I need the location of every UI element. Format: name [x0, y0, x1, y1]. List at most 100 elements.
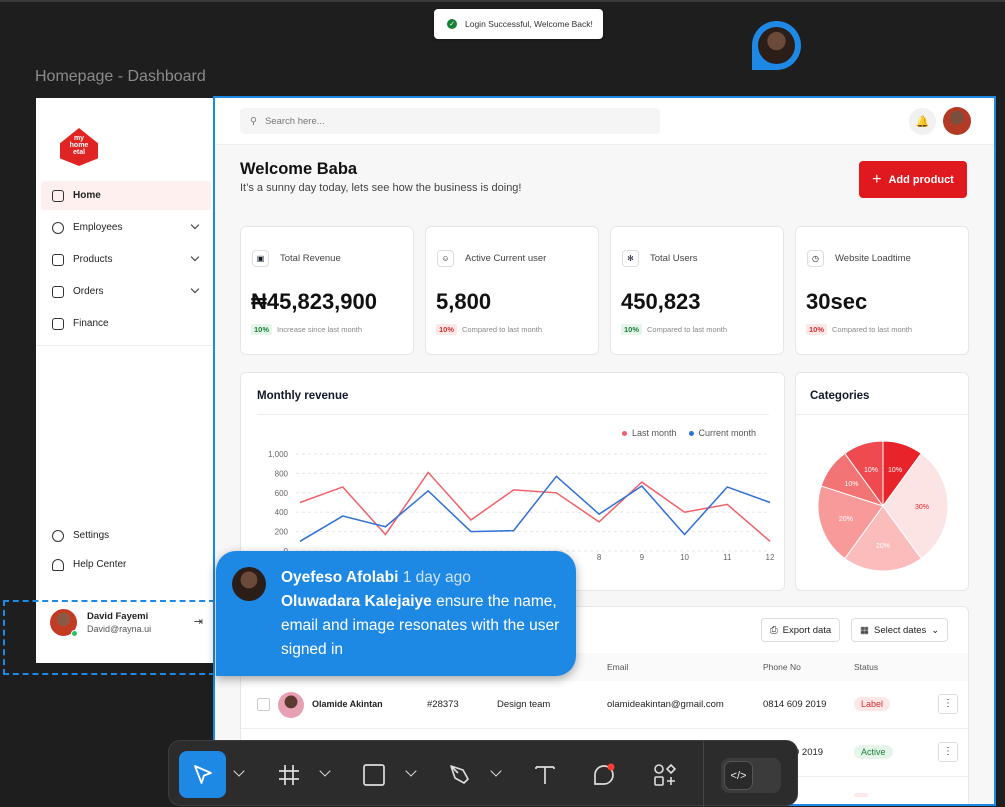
pie-chart: 10%30%20%20%10%10% [796, 418, 970, 588]
status-badge: Label [854, 697, 890, 711]
comment-time: 1 day ago [403, 569, 471, 586]
sidebar-item-help-center[interactable]: Help Center [41, 550, 211, 579]
stat-value: ₦45,823,900 [251, 289, 377, 315]
plus-icon: + [872, 171, 881, 189]
stat-card-total-revenue: ▣ Total Revenue ₦45,823,900 10%Increase … [240, 226, 414, 355]
chevron-down-icon[interactable] [490, 765, 501, 776]
table-row[interactable]: Olamide Akintan #28373 Design team olami… [241, 681, 968, 729]
y-tick-label: 200 [275, 528, 289, 537]
components-icon [652, 762, 678, 788]
comment-author: Oyefeso Afolabi [281, 569, 398, 586]
stat-change: 10%Compared to last month [806, 324, 912, 335]
row-checkbox[interactable] [257, 698, 270, 711]
code-icon: </> [724, 761, 753, 790]
stat-card-website-loadtime: ◷ Website Loadtime 30sec 10%Compared to … [795, 226, 969, 355]
row-email: olamideakintan@gmail.com [607, 699, 724, 710]
components-tool[interactable] [641, 751, 688, 798]
stat-title: Website Loadtime [835, 253, 911, 264]
chevron-down-icon[interactable] [405, 765, 416, 776]
wallet-icon: ▣ [252, 250, 269, 267]
change-note: Increase since last month [277, 325, 362, 334]
pen-tool[interactable] [436, 751, 483, 798]
more-options-icon[interactable]: ⋮ [938, 742, 958, 762]
comment-icon [591, 762, 617, 788]
sidebar-item-home[interactable]: Home [41, 181, 211, 210]
series-line-last-month [300, 472, 770, 541]
chart-title: Categories [810, 390, 869, 402]
slice-label: 20% [839, 516, 853, 523]
bell-icon[interactable]: 🔔 [909, 108, 936, 135]
chevron-down-icon [191, 285, 199, 293]
sidebar-item-label: Orders [73, 286, 104, 297]
add-product-button[interactable]: + Add product [859, 161, 967, 198]
canvas-top-edge [0, 0, 1005, 2]
column-email: Email [607, 662, 628, 672]
x-tick-label: 9 [640, 553, 645, 562]
collaborator-avatar[interactable] [752, 21, 801, 70]
row-phone: 9 2019 [794, 747, 823, 758]
selection-outline [3, 600, 215, 675]
chevron-down-icon[interactable] [319, 765, 330, 776]
rectangle-tool[interactable] [350, 751, 397, 798]
frame-tool[interactable] [265, 751, 312, 798]
cursor-icon [191, 763, 215, 787]
y-tick-label: 400 [275, 508, 289, 517]
search-icon: ⚲ [250, 116, 257, 127]
comment-tool[interactable] [580, 751, 627, 798]
avatar [758, 27, 795, 64]
text-tool[interactable] [521, 751, 568, 798]
add-product-label: Add product [888, 174, 953, 186]
search-input[interactable]: ⚲ Search here... [240, 108, 660, 134]
row-team: Design team [497, 699, 550, 710]
comment-text: Oyefeso Afolabi 1 day ago Oluwadara Kale… [281, 566, 566, 662]
design-toolbar: </> [168, 740, 798, 806]
stat-card-active-users: ☺ Active Current user 5,800 10%Compared … [425, 226, 599, 355]
sidebar-item-employees[interactable]: Employees [41, 213, 211, 242]
more-options-icon[interactable]: ⋮ [938, 694, 958, 714]
dev-mode-toggle[interactable]: </> [721, 758, 781, 793]
categories-card: Categories 10%30%20%20%10%10% [795, 372, 969, 591]
slice-label: 30% [915, 504, 929, 511]
x-tick-label: 12 [766, 553, 775, 562]
sidebar-item-products[interactable]: Products [41, 245, 211, 274]
sidebar-item-label: Employees [73, 222, 122, 233]
x-tick-label: 11 [723, 553, 732, 562]
frame-label[interactable]: Homepage - Dashboard [35, 68, 206, 86]
select-dates-button[interactable]: ▦Select dates⌄ [851, 618, 948, 642]
sidebar-item-settings[interactable]: Settings [41, 521, 211, 550]
sidebar-item-orders[interactable]: Orders [41, 277, 211, 306]
user-icon: ☺ [437, 250, 454, 267]
sidebar-item-label: Settings [73, 530, 109, 541]
login-toast: ✓ Login Successful, Welcome Back! [434, 9, 603, 39]
export-data-button[interactable]: ⎙Export data [761, 618, 840, 642]
slice-label: 10% [888, 467, 902, 474]
change-badge: 10% [806, 324, 827, 335]
stat-title: Active Current user [465, 253, 546, 264]
header-avatar[interactable] [943, 107, 971, 135]
chevron-down-icon[interactable] [233, 765, 244, 776]
text-icon [533, 763, 557, 787]
row-name: Olamide Akintan [312, 699, 383, 709]
move-tool[interactable] [179, 751, 226, 798]
y-tick-label: 1,000 [268, 450, 289, 459]
search-placeholder: Search here... [265, 116, 325, 127]
pen-icon [448, 763, 472, 787]
stat-change: 10% Increase since last month [251, 324, 362, 335]
change-note: Compared to last month [462, 325, 542, 334]
slice-label: 10% [864, 467, 878, 474]
page-title: Welcome Baba [240, 160, 357, 179]
brand-logo[interactable]: my home etal [60, 128, 98, 166]
change-badge: 10% [621, 324, 642, 335]
change-badge: 10% [251, 324, 272, 335]
stat-title: Total Users [650, 253, 698, 264]
home-icon [52, 190, 64, 202]
chevron-down-icon: ⌄ [931, 625, 939, 636]
sidebar-item-finance[interactable]: Finance [41, 309, 211, 338]
users-icon [52, 222, 64, 234]
change-badge: 10% [436, 324, 457, 335]
comment-bubble[interactable]: Oyefeso Afolabi 1 day ago Oluwadara Kale… [216, 551, 576, 676]
users-icon: ✻ [622, 250, 639, 267]
chevron-down-icon [191, 221, 199, 229]
sidebar-item-label: Products [73, 254, 112, 265]
stat-card-total-users: ✻ Total Users 450,823 10%Compared to las… [610, 226, 784, 355]
